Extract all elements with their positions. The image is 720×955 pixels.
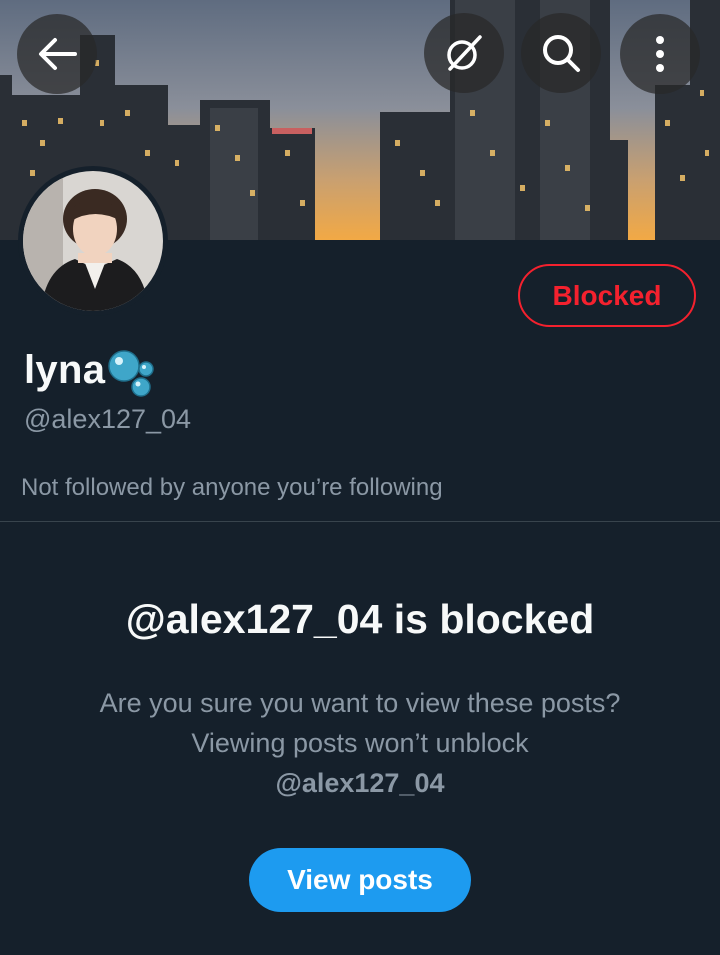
blocked-description-text: Are you sure you want to view these post… (99, 688, 621, 758)
followers-you-know-note: Not followed by anyone you’re following (21, 474, 443, 501)
blocked-description-handle: @alex127_04 (275, 768, 445, 798)
avatar[interactable] (18, 166, 168, 316)
grok-icon (447, 35, 482, 71)
grok-button[interactable] (424, 13, 504, 93)
more-vertical-icon (656, 36, 664, 72)
profile-handle: @alex127_04 (24, 404, 192, 434)
search-icon (543, 35, 580, 72)
blocked-button[interactable]: Blocked (518, 264, 696, 327)
profile-page: Blocked lyna @alex127_04 Not followed by… (0, 0, 720, 955)
avatar-image (23, 171, 163, 311)
display-name-row: lyna (24, 342, 159, 398)
bubbles-icon (108, 350, 154, 397)
more-options-button[interactable] (620, 14, 700, 94)
divider (0, 521, 720, 522)
display-name: lyna (24, 347, 106, 392)
blocked-description: Are you sure you want to view these post… (90, 683, 630, 803)
view-posts-button[interactable]: View posts (249, 848, 471, 912)
arrow-left-icon (39, 38, 77, 70)
blocked-title: @alex127_04 is blocked (125, 596, 595, 642)
search-button[interactable] (521, 13, 601, 93)
back-button[interactable] (17, 14, 97, 94)
